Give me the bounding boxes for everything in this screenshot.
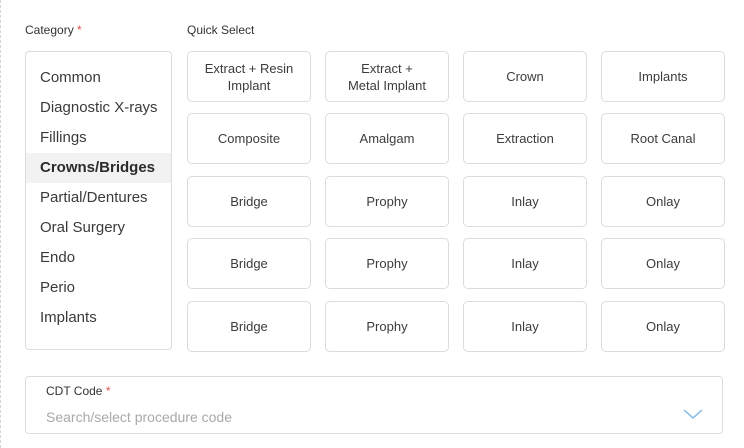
category-item[interactable]: Oral Surgery <box>26 213 171 243</box>
quick-select-button[interactable]: Crown <box>463 51 587 102</box>
quick-select-button[interactable]: Prophy <box>325 176 449 227</box>
quick-select-button[interactable]: Extract + Resin Implant <box>187 51 311 102</box>
category-item[interactable]: Perio <box>26 273 171 303</box>
quick-select-button[interactable]: Prophy <box>325 301 449 352</box>
dashed-left-border <box>0 0 2 448</box>
category-item[interactable]: Fillings <box>26 123 171 153</box>
cdt-code-required-mark: * <box>105 384 111 398</box>
category-item[interactable]: Partial/Dentures <box>26 183 171 213</box>
quick-select-button[interactable]: Extraction <box>463 113 587 164</box>
quick-select-button[interactable]: Amalgam <box>325 113 449 164</box>
cdt-code-label: CDT Code * <box>46 384 110 398</box>
category-required-mark: * <box>77 23 82 37</box>
category-item[interactable]: Endo <box>26 243 171 273</box>
quick-select-button[interactable]: Bridge <box>187 176 311 227</box>
quick-select-button[interactable]: Implants <box>601 51 725 102</box>
quick-select-label: Quick Select <box>187 23 255 37</box>
category-item[interactable]: Diagnostic X-rays <box>26 93 171 123</box>
category-list: Common Diagnostic X-rays Fillings Crowns/Br… <box>25 51 172 350</box>
quick-select-button[interactable]: Bridge <box>187 301 311 352</box>
category-label-text: Category <box>25 23 74 37</box>
category-item[interactable]: Crowns/Bridges <box>26 153 171 183</box>
cdt-code-field[interactable]: CDT Code * <box>25 376 723 434</box>
chevron-down-icon[interactable] <box>682 407 704 421</box>
quick-select-button[interactable]: Composite <box>187 113 311 164</box>
category-item[interactable]: Implants <box>26 303 171 333</box>
quick-select-button[interactable]: Bridge <box>187 238 311 289</box>
category-label: Category * <box>25 23 82 37</box>
cdt-code-label-text: CDT Code <box>46 384 103 398</box>
category-item[interactable]: Common <box>26 63 171 93</box>
quick-select-button[interactable]: Extract + Metal Implant <box>325 51 449 102</box>
quick-select-button[interactable]: Onlay <box>601 238 725 289</box>
quick-select-button[interactable]: Onlay <box>601 301 725 352</box>
cdt-code-search-input[interactable] <box>46 407 666 427</box>
quick-select-button[interactable]: Onlay <box>601 176 725 227</box>
quick-select-button[interactable]: Root Canal <box>601 113 725 164</box>
quick-select-button[interactable]: Inlay <box>463 301 587 352</box>
quick-select-button[interactable]: Inlay <box>463 238 587 289</box>
quick-select-button[interactable]: Prophy <box>325 238 449 289</box>
quick-select-button[interactable]: Inlay <box>463 176 587 227</box>
